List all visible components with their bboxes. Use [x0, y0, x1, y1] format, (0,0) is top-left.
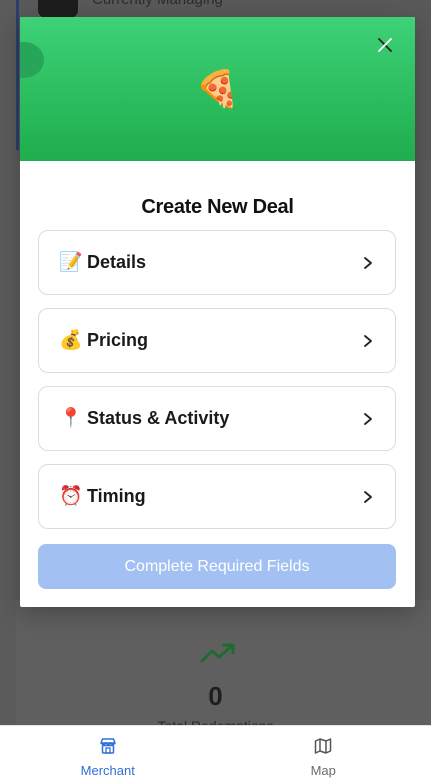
merchant-avatar [38, 0, 78, 18]
complete-required-fields-button[interactable]: Complete Required Fields [38, 544, 396, 589]
redemptions-count: 0 [208, 681, 223, 711]
tab-map[interactable]: Map [216, 726, 431, 780]
tab-merchant[interactable]: Merchant [0, 726, 216, 780]
chevron-right-icon [364, 412, 372, 425]
modal-banner: 🍕 [20, 17, 415, 161]
section-pricing[interactable]: 💰 Pricing [38, 308, 396, 373]
deal-sections-list: 📝 Details 💰 Pricing 📍 Status & Activity … [38, 230, 396, 542]
chevron-right-icon [364, 334, 372, 347]
pizza-icon: 🍕 [195, 68, 240, 109]
money-bag-icon: 💰 [59, 329, 83, 351]
store-icon [100, 738, 116, 754]
tab-label: Merchant [80, 763, 135, 778]
bottom-tab-bar: Merchant Map [0, 725, 431, 780]
header-accent-bar [16, 0, 19, 150]
chevron-right-icon [364, 490, 372, 503]
modal-title: Create New Deal [141, 196, 294, 218]
chevron-right-icon [364, 256, 372, 269]
section-timing[interactable]: ⏰ Timing [38, 464, 396, 529]
currently-managing-label: Currently Managing [92, 0, 223, 8]
create-deal-modal: 🍕 Create New Deal 📝 Details 💰 Pricing 📍 … [20, 17, 415, 607]
map-icon [315, 738, 332, 754]
section-details[interactable]: 📝 Details [38, 230, 396, 295]
location-pin-icon: 📍 [59, 407, 83, 429]
section-label: Status & Activity [87, 408, 230, 428]
trending-up-icon [200, 643, 235, 663]
section-label: Pricing [87, 330, 149, 350]
section-label: Details [87, 252, 147, 272]
close-icon [378, 38, 392, 52]
close-button[interactable] [375, 35, 395, 55]
alarm-clock-icon: ⏰ [59, 485, 83, 507]
tab-label: Map [310, 763, 336, 778]
memo-icon: 📝 [59, 251, 83, 273]
section-status-activity[interactable]: 📍 Status & Activity [38, 386, 396, 451]
section-label: Timing [87, 486, 146, 506]
